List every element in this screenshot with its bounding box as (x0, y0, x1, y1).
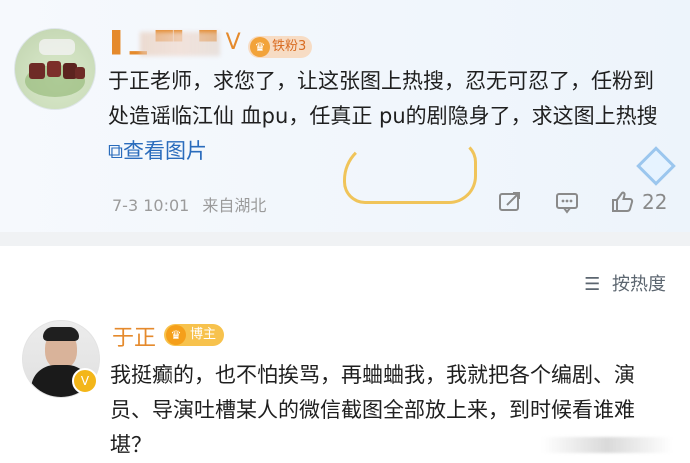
sort-label: 按热度 (612, 274, 666, 295)
fan-badge: ♛ 铁粉3 (248, 36, 313, 58)
username-blur (140, 32, 220, 56)
comment-button[interactable] (554, 190, 580, 214)
divider (0, 232, 690, 246)
comment-body: 于正老师，求您了，让这张图上热搜，忍无可忍了，任粉到处造谣临江仙 血pu，任真正… (108, 69, 658, 128)
username[interactable]: 于正 (112, 320, 156, 352)
crown-icon: ♛ (166, 325, 186, 345)
blogger-badge: ♛ 博主 (164, 324, 225, 346)
original-comment-card: ▌▁ ▀▘ ▀ V ♛ 铁粉3 于正老师，求您了，让这张图上热搜，忍无可忍了，任… (0, 0, 690, 232)
sort-icon: ☰ (584, 274, 601, 295)
view-image-label: 查看图片 (123, 139, 207, 163)
share-button[interactable] (497, 190, 523, 214)
like-count: 22 (642, 190, 668, 214)
fan-badge-label: 铁粉3 (272, 39, 307, 54)
view-image-link[interactable]: ⧉查看图片 (108, 139, 207, 163)
comment-icon (556, 193, 578, 214)
image-icon: ⧉ (108, 139, 123, 163)
blogger-badge-label: 博主 (190, 327, 217, 342)
share-icon (499, 192, 520, 211)
verified-icon: V (72, 368, 98, 394)
thumb-up-icon (612, 191, 634, 212)
like-button[interactable]: 22 (610, 190, 667, 214)
hand-drawn-highlight (343, 140, 477, 204)
sort-by-popularity[interactable]: ☰ 按热度 (584, 270, 666, 296)
food-photo-icon (25, 39, 85, 97)
crown-icon: ♛ (250, 37, 270, 57)
location: 来自湖北 (202, 196, 267, 215)
watermark (542, 437, 672, 453)
comment-meta: 7-3 10:01 来自湖北 (112, 192, 266, 216)
hair (43, 327, 79, 341)
timestamp: 7-3 10:01 (112, 196, 190, 215)
avatar[interactable] (14, 28, 96, 110)
